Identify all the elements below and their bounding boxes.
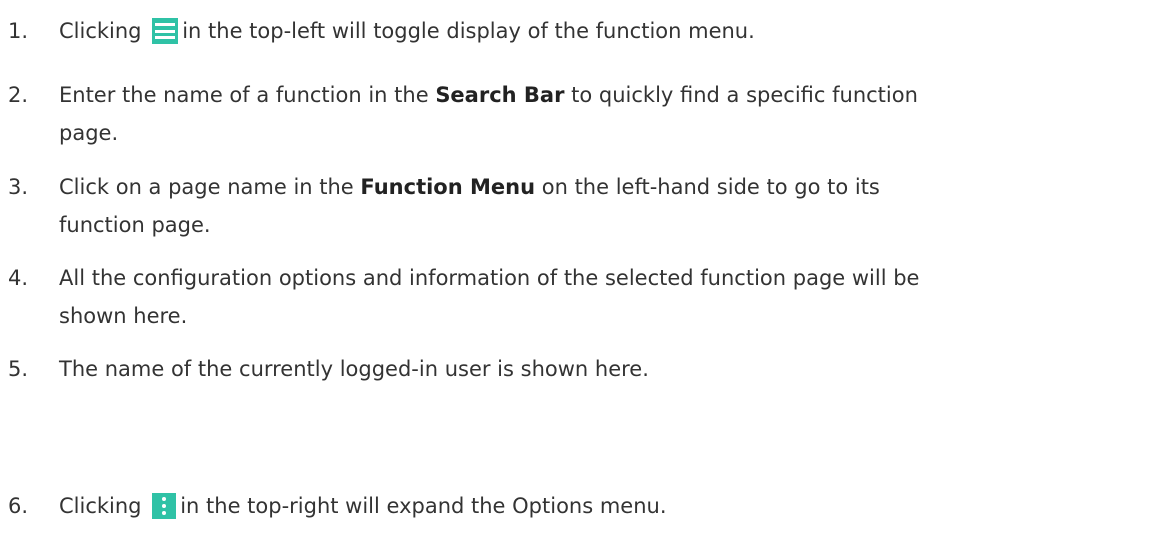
- item-number: 1.: [8, 19, 29, 43]
- item-text-continued: page.: [59, 121, 119, 145]
- item-number: 3.: [8, 175, 29, 199]
- list-item-5: 5. The name of the currently logged-in us…: [8, 350, 1158, 388]
- list-item-1: 1. Clicking in the top-left will toggle d…: [8, 12, 1158, 50]
- item-number: 6.: [8, 494, 29, 518]
- item-text-after: in the top-right will expand the Options…: [180, 494, 667, 518]
- list-item-3: 3. Click on a page name in the Function M…: [8, 168, 1158, 244]
- item-text-continued: function page.: [59, 213, 211, 237]
- item-text-before: Enter the name of a function in the: [59, 83, 429, 107]
- item-text-before: Click on a page name in the: [59, 175, 354, 199]
- list-item-4: 4. All the configuration options and info…: [8, 259, 1158, 335]
- item-text-continued: shown here.: [59, 304, 188, 328]
- instruction-list: 1. Clicking in the top-left will toggle d…: [0, 0, 1164, 549]
- list-item-6: 6. Clicking in the top-right will expand …: [8, 487, 1158, 525]
- search-bar-term: Search Bar: [435, 83, 565, 107]
- item-text-after: on the left-hand side to go to its: [541, 175, 880, 199]
- item-text-after: to quickly find a specific function: [571, 83, 918, 107]
- item-number: 4.: [8, 266, 29, 290]
- function-menu-term: Function Menu: [360, 175, 536, 199]
- list-item-2: 2. Enter the name of a function in the Se…: [8, 76, 1158, 152]
- more-options-icon: [152, 493, 177, 519]
- item-text-before: Clicking: [59, 494, 142, 518]
- item-number: 2.: [8, 83, 29, 107]
- item-number: 5.: [8, 357, 29, 381]
- item-text-after: in the top-left will toggle display of t…: [182, 19, 755, 43]
- hamburger-menu-icon: [152, 18, 179, 44]
- item-text: The name of the currently logged-in user…: [59, 357, 649, 381]
- item-text-before: Clicking: [59, 19, 142, 43]
- item-text: All the configuration options and inform…: [59, 266, 920, 290]
